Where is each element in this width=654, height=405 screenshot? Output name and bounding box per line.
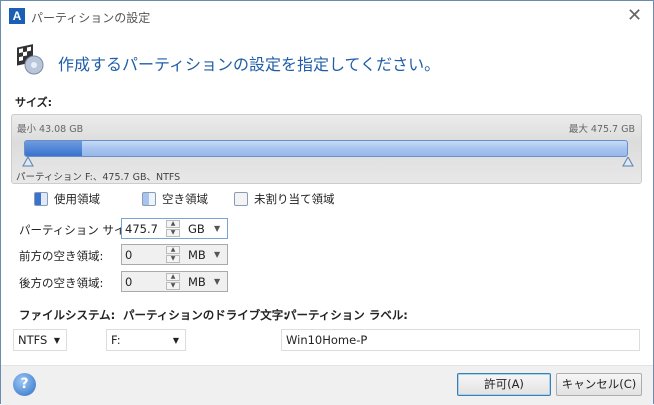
help-icon[interactable]: ? [13, 373, 36, 396]
partition-size-input[interactable]: 475.7 [122, 222, 166, 236]
legend-free: 空き領域 [142, 191, 208, 207]
title-bar: A パーティションの設定 ✕ [1, 1, 653, 33]
unit-select[interactable]: MB [188, 275, 214, 289]
free-after-input[interactable]: 0 [122, 275, 166, 289]
drive-letter-label: パーティションのドライブ文字: [123, 308, 288, 322]
spin-down-icon[interactable]: ▼ [166, 255, 180, 263]
partition-label-value: Win10Home-P [286, 333, 368, 347]
partition-settings-icon [17, 44, 44, 75]
free-before-input[interactable]: 0 [122, 248, 166, 262]
ok-button[interactable]: 許可(A) [457, 373, 551, 396]
spin-down-icon[interactable]: ▼ [166, 229, 180, 237]
unallocated-swatch-icon [234, 192, 248, 206]
legend-label: 使用領域 [54, 192, 100, 206]
size-label: サイズ: [15, 96, 53, 109]
used-swatch-icon [34, 192, 48, 206]
chevron-down-icon[interactable]: ▼ [214, 224, 220, 233]
spin-up-icon[interactable]: ▲ [166, 220, 180, 228]
partition-label-input[interactable]: Win10Home-P [281, 329, 640, 351]
free-before-stepper[interactable]: 0 ▲ ▼ MB ▼ [121, 244, 228, 265]
cancel-button[interactable]: キャンセル(C) [556, 373, 642, 396]
page-heading: 作成するパーティションの設定を指定してください。 [58, 55, 441, 74]
unit-select[interactable]: MB [188, 248, 214, 262]
free-after-stepper[interactable]: 0 ▲ ▼ MB ▼ [121, 271, 228, 292]
used-space-fill [25, 141, 83, 156]
chevron-down-icon: ▼ [172, 335, 179, 345]
chevron-down-icon[interactable]: ▼ [214, 277, 220, 286]
free-after-label: 後方の空き領域: [19, 276, 104, 290]
spin-down-icon[interactable]: ▼ [166, 282, 180, 290]
file-system-label: ファイルシステム: [19, 308, 116, 322]
close-icon[interactable]: ✕ [627, 5, 642, 26]
window-title: パーティションの設定 [31, 11, 151, 25]
chevron-down-icon[interactable]: ▼ [214, 250, 220, 259]
app-logo-icon: A [9, 8, 25, 24]
legend-label: 未割り当て領域 [254, 192, 335, 206]
size-slider-panel: 最小 43.08 GB 最大 475.7 GB パーティション F:、475.7… [11, 114, 642, 184]
free-before-label: 前方の空き領域: [19, 249, 104, 263]
max-size-label: 最大 475.7 GB [568, 124, 635, 135]
partition-label-label: パーティション ラベル: [285, 308, 408, 322]
partition-info: パーティション F:、475.7 GB、NTFS [16, 172, 181, 183]
legend-unallocated: 未割り当て領域 [234, 191, 335, 207]
file-system-value: NTFS [18, 333, 48, 347]
free-swatch-icon [142, 192, 156, 206]
chevron-down-icon: ▼ [53, 335, 60, 345]
partition-size-stepper[interactable]: 475.7 ▲ ▼ GB ▼ [121, 218, 228, 239]
left-slider-handle[interactable] [22, 157, 34, 167]
spin-up-icon[interactable]: ▲ [166, 273, 180, 281]
min-size-label: 最小 43.08 GB [17, 124, 84, 135]
spin-up-icon[interactable]: ▲ [166, 246, 180, 254]
drive-letter-value: F: [111, 333, 121, 347]
drive-letter-select[interactable]: F: ▼ [106, 329, 186, 351]
right-slider-handle[interactable] [622, 157, 634, 167]
partition-size-bar[interactable] [24, 140, 628, 157]
legend-label: 空き領域 [162, 192, 208, 206]
legend-used: 使用領域 [34, 191, 100, 207]
file-system-select[interactable]: NTFS ▼ [13, 329, 67, 351]
unit-select[interactable]: GB [188, 222, 214, 236]
